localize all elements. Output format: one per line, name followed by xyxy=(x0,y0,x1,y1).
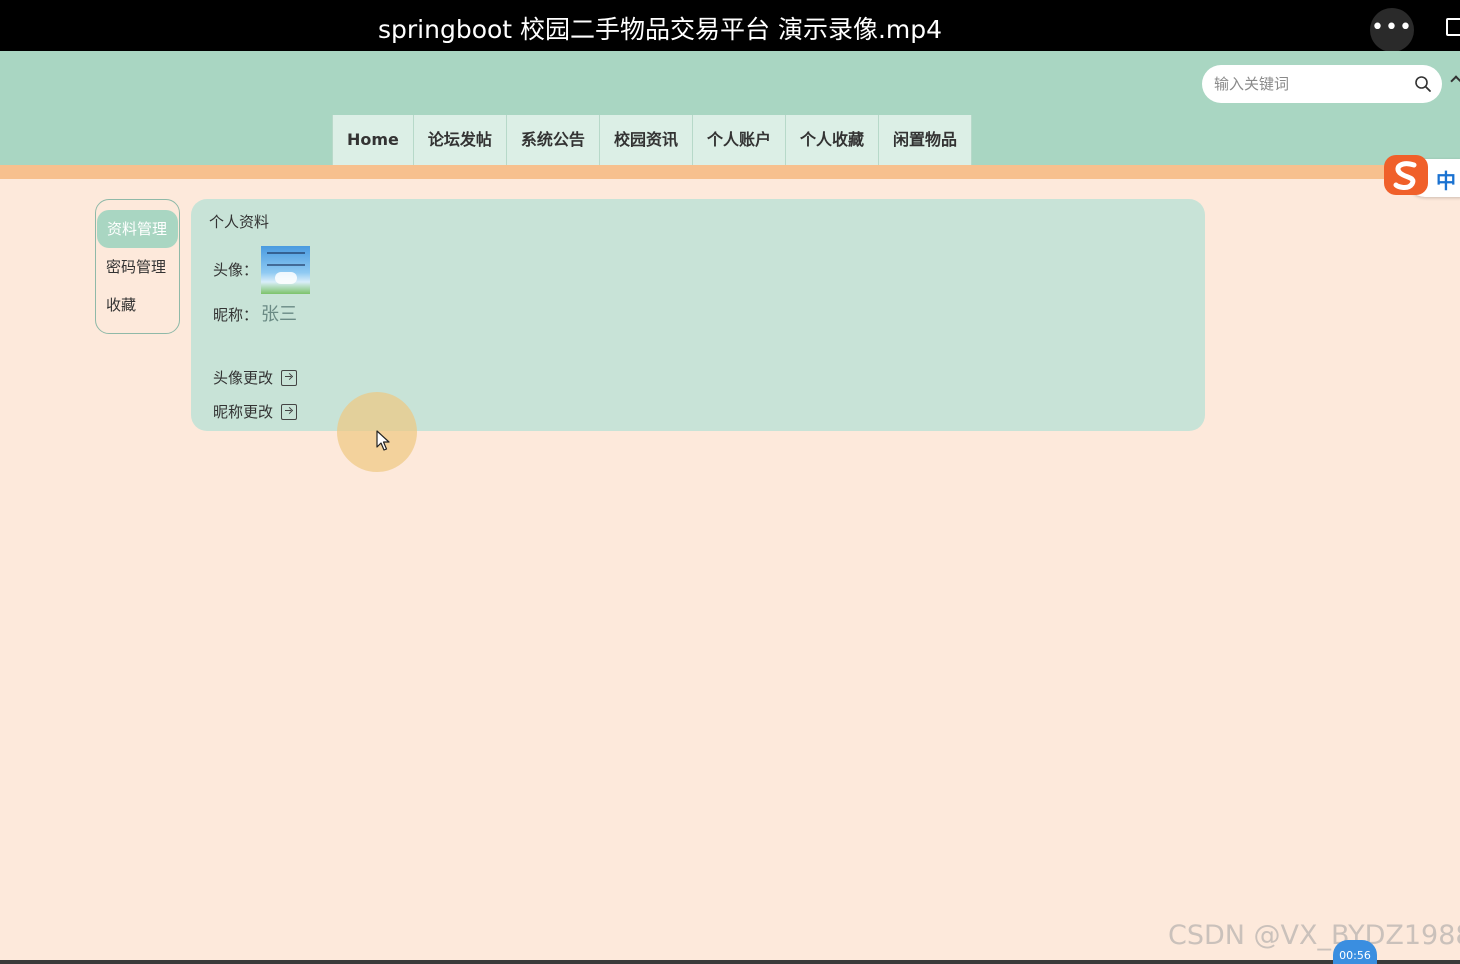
side-menu-password[interactable]: 密码管理 xyxy=(96,248,179,286)
nickname-value: 张三 xyxy=(261,304,297,325)
tab-campus-news[interactable]: 校园资讯 xyxy=(599,115,693,165)
ime-mode-label: 中 xyxy=(1436,169,1456,193)
video-title-bar: springboot 校园二手物品交易平台 演示录像.mp4 ••• xyxy=(0,0,1460,52)
video-progress-bar[interactable] xyxy=(0,960,1460,964)
avatar xyxy=(261,246,310,294)
change-nickname-link[interactable]: 昵称更改 xyxy=(213,401,298,422)
nickname-label: 昵称： xyxy=(213,306,259,324)
video-timestamp: 00:56 xyxy=(1333,940,1377,964)
tab-favorites[interactable]: 个人收藏 xyxy=(785,115,879,165)
main-nav: Home 论坛发帖 系统公告 校园资讯 个人账户 个人收藏 闲置物品 xyxy=(332,115,972,165)
profile-heading: 个人资料 xyxy=(209,213,270,231)
more-options-icon[interactable]: ••• xyxy=(1370,8,1414,52)
side-menu: 资料管理 密码管理 收藏 xyxy=(95,199,180,334)
mouse-cursor-icon xyxy=(376,430,390,451)
arrow-right-box-icon xyxy=(281,403,298,420)
chevron-up-icon[interactable] xyxy=(1450,75,1460,87)
sogou-logo-icon xyxy=(1384,155,1428,195)
tab-announcements[interactable]: 系统公告 xyxy=(506,115,600,165)
tab-idle-items[interactable]: 闲置物品 xyxy=(878,115,972,165)
change-nickname-label: 昵称更改 xyxy=(213,403,274,421)
tab-forum[interactable]: 论坛发帖 xyxy=(413,115,507,165)
side-menu-profile[interactable]: 资料管理 xyxy=(97,210,178,248)
change-avatar-link[interactable]: 头像更改 xyxy=(213,367,298,388)
mini-player-icon[interactable] xyxy=(1446,18,1460,36)
side-menu-favorites[interactable]: 收藏 xyxy=(96,286,179,324)
change-avatar-label: 头像更改 xyxy=(213,369,274,387)
avatar-label: 头像： xyxy=(213,261,259,279)
search-box xyxy=(1202,65,1442,103)
arrow-right-box-icon xyxy=(281,369,298,386)
watermark: CSDN @VX_BYDZ1988 xyxy=(1168,920,1460,951)
header-stripe xyxy=(0,165,1460,179)
search-icon[interactable] xyxy=(1414,75,1432,93)
site-header: Home 论坛发帖 系统公告 校园资讯 个人账户 个人收藏 闲置物品 xyxy=(0,51,1460,165)
tab-account[interactable]: 个人账户 xyxy=(692,115,786,165)
search-input[interactable] xyxy=(1214,65,1404,103)
video-title: springboot 校园二手物品交易平台 演示录像.mp4 xyxy=(378,15,943,44)
tab-home[interactable]: Home xyxy=(332,115,414,165)
ime-widget[interactable]: 中 xyxy=(1382,153,1460,197)
profile-card: 个人资料 头像： 昵称： 张三 头像更改 昵称更改 xyxy=(191,199,1205,431)
